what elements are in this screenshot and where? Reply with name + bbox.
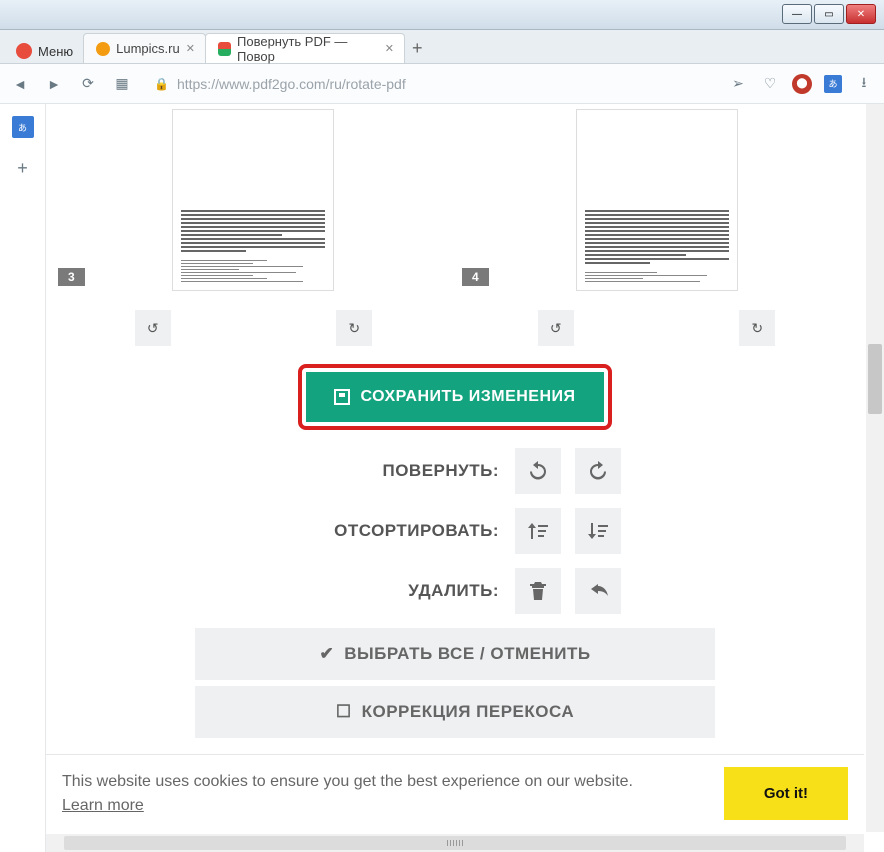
- deskew-button[interactable]: ☐ КОРРЕКЦИЯ ПЕРЕКОСА: [195, 686, 715, 738]
- new-tab-button[interactable]: +: [404, 34, 431, 63]
- speed-dial-button[interactable]: ▦: [112, 74, 132, 94]
- browser-tab-row: Меню Lumpics.ru ✕ Повернуть PDF — Повор …: [0, 30, 884, 64]
- cookie-banner: This website uses cookies to ensure you …: [46, 754, 864, 832]
- window-close-button[interactable]: ✕: [846, 4, 876, 24]
- send-icon[interactable]: ➢: [728, 74, 748, 94]
- cookie-learn-more-link[interactable]: Learn more: [62, 797, 144, 814]
- sidebar-translate-icon[interactable]: あ: [12, 116, 34, 138]
- tab-label: Lumpics.ru: [116, 41, 180, 56]
- rotate-label: ПОВЕРНУТЬ:: [195, 461, 515, 481]
- save-changes-button[interactable]: СОХРАНИТЬ ИЗМЕНЕНИЯ: [306, 372, 603, 422]
- rotate-cw-button[interactable]: ↻: [739, 310, 775, 346]
- browser-sidebar: あ +: [0, 104, 46, 852]
- window-maximize-button[interactable]: ▭: [814, 4, 844, 24]
- favicon-pdf2go-icon: [218, 42, 231, 56]
- select-all-label: ВЫБРАТЬ ВСЕ / ОТМЕНИТЬ: [344, 644, 590, 664]
- forward-button[interactable]: ►: [44, 74, 64, 94]
- adblock-badge[interactable]: ⬤: [792, 74, 812, 94]
- reload-button[interactable]: ⟳: [78, 74, 98, 94]
- deskew-label: КОРРЕКЦИЯ ПЕРЕКОСА: [362, 702, 575, 722]
- sort-label: ОТСОРТИРОВАТЬ:: [195, 521, 515, 541]
- opera-menu-button[interactable]: Меню: [6, 39, 83, 63]
- page-thumbnail-row: 3 4: [46, 104, 864, 290]
- delete-button[interactable]: [515, 568, 561, 614]
- bookmark-icon[interactable]: ♡: [760, 74, 780, 94]
- rotate-ccw-button[interactable]: ↺: [135, 310, 171, 346]
- page-preview: [577, 110, 737, 290]
- page-number-badge: 3: [58, 268, 85, 286]
- window-minimize-button[interactable]: ―: [782, 4, 812, 24]
- tab-label: Повернуть PDF — Повор: [237, 34, 379, 64]
- action-panel: ПОВЕРНУТЬ: ОТСОРТИРОВАТЬ: УДАЛИТЬ: ✔ ВЫБ…: [195, 448, 715, 738]
- page-thumbnail-4[interactable]: 4: [456, 110, 858, 290]
- opera-icon: [16, 43, 32, 59]
- back-button[interactable]: ◄: [10, 74, 30, 94]
- tab-close-icon[interactable]: ✕: [186, 42, 195, 55]
- save-button-label: СОХРАНИТЬ ИЗМЕНЕНИЯ: [360, 388, 575, 406]
- download-icon[interactable]: ⭳: [854, 74, 874, 94]
- page-preview: [173, 110, 333, 290]
- highlight-annotation: СОХРАНИТЬ ИЗМЕНЕНИЯ: [298, 364, 611, 430]
- rotate-all-cw-button[interactable]: [575, 448, 621, 494]
- favicon-lumpics-icon: [96, 42, 110, 56]
- address-input[interactable]: 🔒 https://www.pdf2go.com/ru/rotate-pdf: [146, 70, 714, 98]
- checkbox-icon: ☐: [336, 702, 352, 722]
- translate-icon[interactable]: あ: [824, 75, 842, 93]
- cookie-accept-label: Got it!: [764, 785, 808, 802]
- sort-asc-button[interactable]: [515, 508, 561, 554]
- sort-desc-button[interactable]: [575, 508, 621, 554]
- select-all-button[interactable]: ✔ ВЫБРАТЬ ВСЕ / ОТМЕНИТЬ: [195, 628, 715, 680]
- check-icon: ✔: [319, 644, 334, 664]
- sidebar-add-button[interactable]: +: [11, 156, 35, 180]
- lock-icon: 🔒: [154, 77, 169, 91]
- horizontal-scrollbar[interactable]: [46, 834, 864, 852]
- opera-menu-label: Меню: [38, 44, 73, 59]
- page-number-badge: 4: [462, 268, 489, 286]
- tab-pdf2go[interactable]: Повернуть PDF — Повор ✕: [205, 33, 405, 63]
- undo-button[interactable]: [575, 568, 621, 614]
- save-disk-icon: [334, 389, 350, 405]
- vertical-scrollbar[interactable]: [866, 104, 884, 832]
- rotate-all-ccw-button[interactable]: [515, 448, 561, 494]
- address-url: https://www.pdf2go.com/ru/rotate-pdf: [177, 76, 706, 92]
- per-page-rotate-row: ↺ ↻ ↺ ↻: [46, 290, 864, 358]
- rotate-cw-button[interactable]: ↻: [336, 310, 372, 346]
- address-bar: ◄ ► ⟳ ▦ 🔒 https://www.pdf2go.com/ru/rota…: [0, 64, 884, 104]
- cookie-text: This website uses cookies to ensure you …: [62, 773, 633, 790]
- tab-lumpics[interactable]: Lumpics.ru ✕: [83, 33, 206, 63]
- tab-close-icon[interactable]: ✕: [385, 42, 394, 55]
- delete-label: УДАЛИТЬ:: [195, 581, 515, 601]
- window-titlebar: ― ▭ ✕: [0, 0, 884, 30]
- cookie-accept-button[interactable]: Got it!: [724, 767, 848, 820]
- rotate-ccw-button[interactable]: ↺: [538, 310, 574, 346]
- page-thumbnail-3[interactable]: 3: [52, 110, 454, 290]
- page-content: 3 4 ↺ ↻ ↺ ↻ СОХРАНИТЬ ИЗМЕНЕНИЯ ПОВЕРНУТ…: [46, 104, 864, 832]
